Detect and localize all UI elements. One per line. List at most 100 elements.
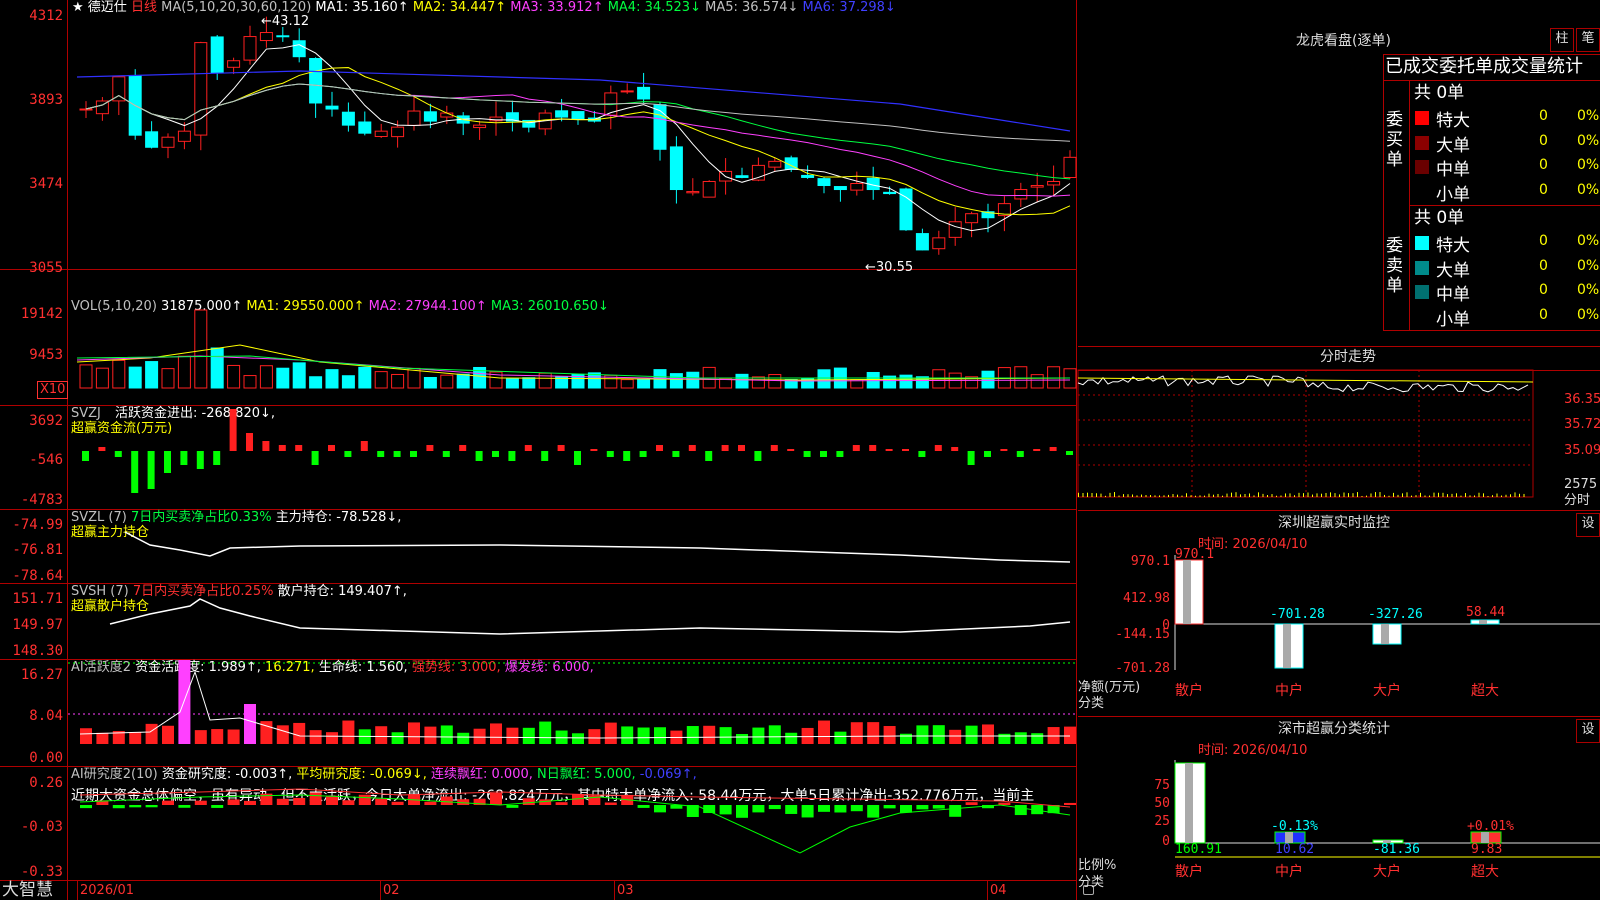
sell-row-name: 小单: [1436, 309, 1470, 330]
flow-bar: [410, 451, 417, 457]
sell-row: 中单 0 0%: [1409, 279, 1600, 305]
intraday-vol-bar: [1181, 495, 1183, 497]
volume-bar: [505, 378, 519, 389]
legend-swatch: [1415, 285, 1429, 299]
volume-chart[interactable]: [0, 270, 1077, 406]
research-bar: [752, 805, 765, 813]
flow-bar: [114, 451, 122, 457]
flow-bar: [475, 451, 483, 461]
intraday-vol-bar: [1253, 495, 1255, 497]
research-bar: [391, 801, 404, 805]
candle-body: [932, 237, 946, 250]
x-date-tick: 2026/01: [80, 883, 135, 898]
buy-row-count: 0: [1539, 108, 1548, 124]
flow-bar: [705, 451, 713, 461]
monitor-bar-shade: [1183, 560, 1191, 624]
activity-bar: [473, 728, 486, 744]
intraday-vol-bar: [1163, 495, 1165, 497]
svzl-chart[interactable]: [0, 510, 1077, 584]
flow-bar: [672, 451, 680, 457]
research-bar: [736, 805, 748, 818]
ai2-chart[interactable]: [0, 767, 1077, 881]
volume-bar: [768, 374, 782, 389]
class-chart[interactable]: 75 50 25 0 160.91 散户 -0.13% 10.62 中户 -81.36 大户 +0.0…: [1078, 740, 1600, 900]
candle-body: [801, 174, 815, 178]
activity-bar: [752, 727, 765, 744]
intraday-chart[interactable]: [1077, 369, 1600, 510]
research-bar: [604, 802, 617, 805]
research-bar: [850, 805, 863, 812]
sell-rows: 特大 0 0% 大单 0 0% 中单 0 0% 小单 0 0%: [1409, 230, 1600, 330]
buy-row-pct: 0%: [1577, 132, 1600, 149]
flow-bar: [787, 449, 795, 451]
intraday-vol-bar: [1505, 494, 1507, 497]
activity-bar: [703, 725, 716, 744]
flow-bar: [311, 451, 319, 465]
intraday-vol-bar: [1217, 493, 1219, 497]
chart-area[interactable]: ★ 德迈仕 日线 MA(5,10,20,30,60,120) MA1: 35.1…: [0, 0, 1094, 900]
volume-bar: [325, 369, 339, 389]
candle-body: [620, 90, 634, 93]
flow-bar: [328, 445, 335, 451]
legend-swatch: [1415, 135, 1429, 150]
intraday-vol-bar: [1096, 493, 1097, 497]
activity-bar: [818, 720, 830, 744]
monitor-bar-value: -701.28: [1270, 607, 1325, 622]
activity-bar: [686, 726, 699, 744]
activity-bar: [1064, 726, 1076, 744]
class-bar-shade: [1185, 763, 1193, 843]
activity-bar: [768, 725, 781, 744]
research-bar: [490, 792, 502, 805]
intraday-vol-bar: [1276, 495, 1277, 497]
column-view-button[interactable]: 柱: [1550, 28, 1574, 52]
intraday-vol-bar: [1375, 492, 1376, 497]
intraday-vol-bar: [1514, 492, 1516, 497]
sell-row-count: 0: [1539, 306, 1548, 323]
monitor-unit: 净额(万元): [1078, 680, 1141, 695]
svzl-line: [124, 531, 1071, 563]
intraday-vol-bar: [1168, 494, 1169, 497]
candle-body: [637, 86, 651, 100]
activity-bar: [982, 724, 994, 744]
volume-bar: [686, 371, 700, 389]
flow-bar: [869, 445, 877, 451]
candle-body: [227, 60, 241, 68]
candle-body: [79, 108, 93, 111]
candle-body: [358, 121, 372, 134]
monitor-bar-shade: [1381, 624, 1389, 644]
flow-bar: [360, 441, 368, 451]
flow-bar: [508, 451, 516, 461]
flow-bar: [590, 449, 598, 451]
candlestick-chart[interactable]: [0, 0, 1077, 270]
intraday-vol-bar: [1150, 495, 1151, 497]
svsh-chart[interactable]: [0, 584, 1077, 660]
candle-body: [1063, 156, 1077, 179]
brand-logo[interactable]: 大智慧: [2, 881, 53, 900]
research-bar: [145, 805, 158, 808]
research-bar: [965, 802, 978, 805]
svzj-chart[interactable]: [0, 406, 1077, 510]
intraday-vol-bar: [1235, 492, 1237, 497]
ma4-line: [85, 83, 1071, 180]
high-mark: ←43.12: [261, 14, 309, 30]
svsh-line: [109, 598, 1071, 635]
intraday-vol-bar: [1154, 495, 1156, 497]
research-bar: [227, 799, 240, 805]
ai1-chart[interactable]: [0, 660, 1077, 767]
intraday-vol-bar: [1118, 495, 1120, 497]
activity-bar: [736, 733, 748, 744]
activity-bar: [129, 732, 142, 744]
research-bar: [932, 805, 945, 809]
candle-body: [210, 36, 224, 74]
tick-view-button[interactable]: 笔: [1576, 28, 1600, 52]
intraday-vol-bar: [1379, 492, 1381, 497]
volume-bar: [522, 377, 536, 389]
candle-body: [817, 178, 831, 187]
research-bar: [883, 805, 896, 809]
activity-bar: [244, 704, 256, 744]
monitor-chart[interactable]: 970.1412.980-144.15-701.28970.1散户-701.28…: [1078, 530, 1600, 720]
intraday-vol-bar: [1226, 493, 1228, 497]
legend-swatch: [1415, 111, 1429, 125]
class-tick: 25: [1154, 814, 1170, 829]
candle-body: [735, 175, 749, 178]
